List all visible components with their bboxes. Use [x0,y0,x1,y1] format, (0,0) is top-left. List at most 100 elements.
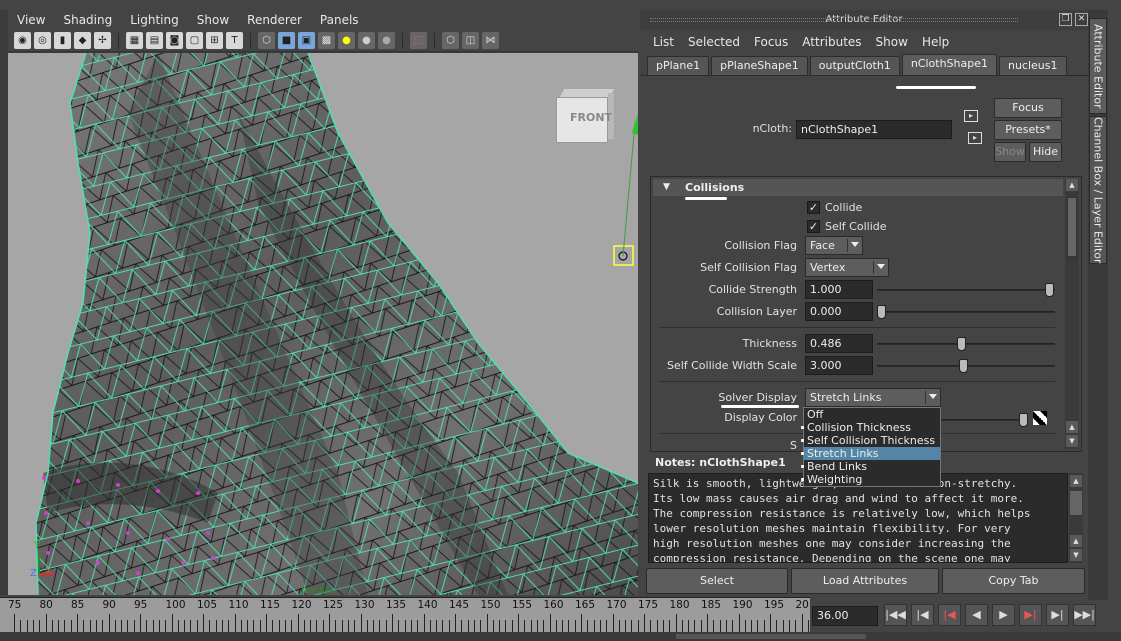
close-icon[interactable]: ✕ [1075,13,1088,26]
camera-attributes-icon[interactable]: ◎ [34,32,51,49]
thickness-field[interactable]: 0.486 [805,334,873,353]
option-stretch-links[interactable]: Stretch Links [801,447,940,460]
scroll-thumb[interactable] [1070,491,1082,515]
menu-focus[interactable]: Focus [747,35,795,49]
smooth-shade-icon[interactable]: ■ [278,32,295,49]
step-back-key-icon[interactable]: |◀ [911,604,934,626]
xray-icon[interactable]: ⬡ [442,32,459,49]
safe-action-icon[interactable]: T [226,32,243,49]
option-collision-thickness[interactable]: Collision Thickness [801,421,940,434]
self-collide-width-slider[interactable] [877,359,1055,373]
tab-nclothshape1[interactable]: nClothShape1 [901,54,997,75]
menu-shading[interactable]: Shading [54,13,121,27]
collapse-triangle-icon[interactable]: ▼ [663,179,670,196]
menu-view[interactable]: View [8,13,54,27]
collide-strength-field[interactable]: 1.000 [805,280,873,299]
scroll-down-icon[interactable]: ▲ [1066,421,1078,433]
scroll-up-icon[interactable]: ▲ [1070,475,1082,487]
collision-layer-field[interactable]: 0.000 [805,302,873,321]
textured-icon[interactable]: ▩ [318,32,335,49]
field-chart-icon[interactable]: ⊞ [206,32,223,49]
scroll-down-icon[interactable]: ▼ [1066,435,1078,447]
menu-lighting[interactable]: Lighting [121,13,188,27]
shadows-icon[interactable]: ● [358,32,375,49]
focus-button[interactable]: Focus [994,98,1062,118]
option-off[interactable]: Off [804,408,940,421]
hide-button[interactable]: Hide [1029,142,1062,162]
self-collide-width-field[interactable]: 3.000 [805,356,873,375]
option-weighting[interactable]: Weighting [801,473,940,486]
2d-pan-icon[interactable]: ✢ [94,32,111,49]
tab-pplane1[interactable]: pPlane1 [647,56,710,75]
solver-display-dropdown[interactable]: Stretch Links [805,388,941,407]
wireframe-icon[interactable]: ⬡ [258,32,275,49]
play-forwards-icon[interactable]: ▶ [992,604,1015,626]
select-button[interactable]: Select [646,568,788,594]
menu-list[interactable]: List [646,35,681,49]
copy-tab-button[interactable]: Copy Tab [942,568,1085,594]
time-slider[interactable]: 75 80 85 90 95 100 105 110 115 120 125 130 135 140 145… [0,597,810,632]
view-cube[interactable]: FRONT [556,89,615,143]
xray-joints-icon[interactable]: ◫ [462,32,479,49]
tab-nucleus1[interactable]: nucleus1 [998,56,1067,75]
thickness-slider[interactable] [877,337,1055,351]
play-backwards-icon[interactable]: ◀ [965,604,988,626]
step-forward-key-icon[interactable]: ▶| [1046,604,1069,626]
show-button[interactable]: Show [994,142,1026,162]
scroll-down-icon[interactable]: ▲ [1070,535,1082,547]
menu-panels[interactable]: Panels [311,13,368,27]
option-bend-links[interactable]: Bend Links [801,460,940,473]
image-plane-icon[interactable]: ◆ [74,32,91,49]
self-collide-checkbox[interactable]: ✓ [807,220,820,233]
float-window-icon[interactable]: ❐ [1059,13,1072,26]
scroll-down-icon[interactable]: ▼ [1070,549,1082,561]
scroll-thumb[interactable] [1067,197,1077,257]
gate-mask-icon[interactable]: ▢ [186,32,203,49]
attributes-scrollbar[interactable]: ▲ ▲ ▼ [1065,179,1079,449]
step-forward-frame-icon[interactable]: ▶| [1019,604,1042,626]
ambient-occlusion-icon[interactable]: ● [378,32,395,49]
collision-flag-dropdown[interactable]: Face [805,236,863,255]
color-picker-icon[interactable] [1033,411,1047,425]
collide-checkbox[interactable]: ✓ [807,201,820,214]
self-collision-flag-dropdown[interactable]: Vertex [805,258,889,277]
output-connections-icon[interactable]: ▸ [968,132,982,144]
lights-icon[interactable]: ● [338,32,355,49]
solver-display-options-list[interactable]: Off Collision Thickness Self Collision T… [801,407,941,487]
step-back-frame-icon[interactable]: |◀ [938,604,961,626]
go-to-start-icon[interactable]: |◀◀ [884,604,907,626]
collide-strength-slider[interactable] [877,283,1055,297]
tab-outputcloth1[interactable]: outputCloth1 [809,56,900,75]
tab-attribute-editor[interactable]: Attribute Editor [1089,18,1107,114]
presets-button[interactable]: Presets* [994,120,1062,140]
menu-selected[interactable]: Selected [681,35,747,49]
node-name-field[interactable]: nClothShape1 [796,120,952,139]
input-connections-icon[interactable]: ▸ [964,110,978,122]
menu-help[interactable]: Help [915,35,956,49]
section-header-collisions[interactable]: ▼ Collisions [653,179,1063,196]
load-attributes-button[interactable]: Load Attributes [791,568,939,594]
timeline-tick [32,620,34,632]
scroll-up-icon[interactable]: ▲ [1066,179,1078,191]
notes-scrollbar[interactable]: ▲ ▲ ▼ [1069,473,1083,563]
tab-pplaneshape1[interactable]: pPlaneShape1 [711,56,808,75]
wireframe-on-shaded-icon[interactable]: ▣ [298,32,315,49]
3d-scene-view[interactable]: FRONT persp Y Z X [8,53,638,595]
hypershade-icon[interactable]: ⋈ [482,32,499,49]
menu-show[interactable]: Show [869,35,915,49]
select-camera-icon[interactable]: ◉ [14,32,31,49]
tab-channel-box[interactable]: Channel Box / Layer Editor [1089,116,1107,264]
menu-renderer[interactable]: Renderer [238,13,311,27]
go-to-end-icon[interactable]: ▶▶| [1073,604,1096,626]
bookmark-icon[interactable]: ▮ [54,32,71,49]
menu-attributes[interactable]: Attributes [795,35,868,49]
grid-icon[interactable]: ▦ [126,32,143,49]
film-gate-icon[interactable]: ▤ [146,32,163,49]
menu-show[interactable]: Show [188,13,238,27]
isolate-select-icon[interactable]: ⬚ [410,32,427,49]
collision-layer-slider[interactable] [877,305,1055,319]
current-time-field[interactable]: 36.00 [812,606,878,626]
resolution-gate-icon[interactable]: ◙ [166,32,183,49]
option-self-collision-thickness[interactable]: Self Collision Thickness [801,434,940,447]
option-label: Weighting [807,473,863,486]
